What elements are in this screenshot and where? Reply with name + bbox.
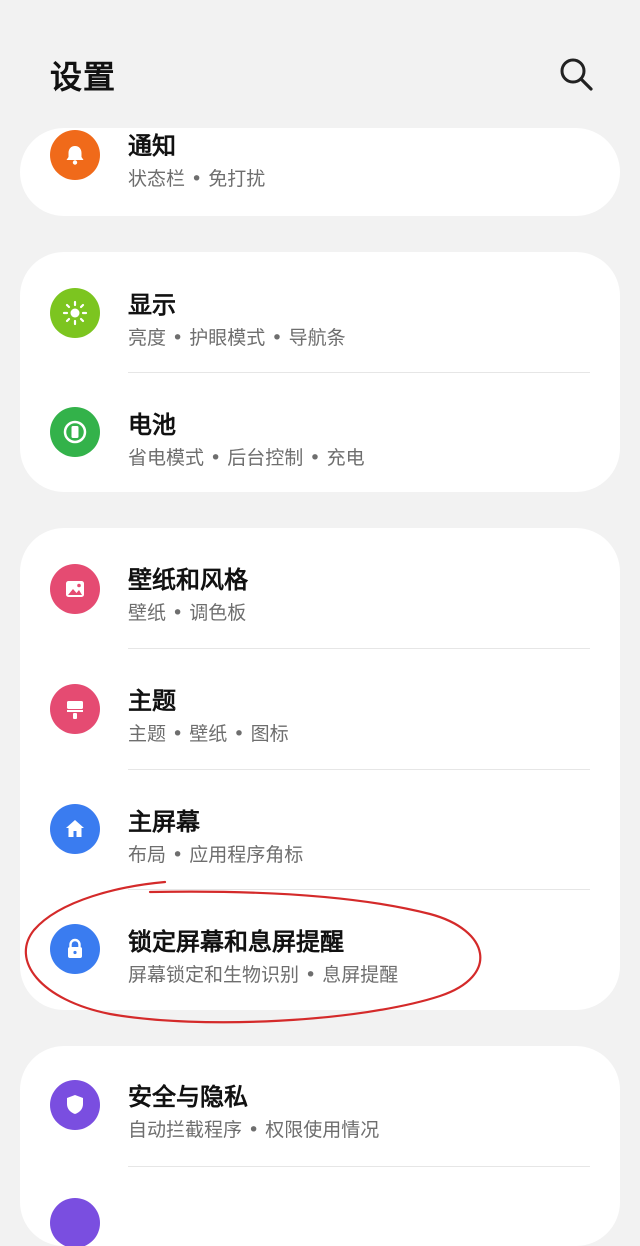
settings-item-security[interactable]: 安全与隐私 自动拦截程序 • 权限使用情况	[20, 1046, 620, 1166]
settings-item-next[interactable]	[20, 1166, 620, 1246]
settings-item-home[interactable]: 主屏幕 布局 • 应用程序角标	[20, 769, 620, 889]
settings-item-display[interactable]: 显示 亮度 • 护眼模式 • 导航条	[20, 252, 620, 372]
paint-roller-icon	[50, 684, 100, 734]
settings-item-lock-screen[interactable]: 锁定屏幕和息屏提醒 屏幕锁定和生物识别 • 息屏提醒	[20, 889, 620, 1009]
settings-item-themes[interactable]: 主题 主题 • 壁纸 • 图标	[20, 648, 620, 768]
item-title: 电池	[128, 411, 176, 439]
card-display-battery: 显示 亮度 • 护眼模式 • 导航条 电池 省电模式 • 后台控制 • 充电	[20, 252, 620, 492]
settings-item-notifications[interactable]: 通知 状态栏 • 免打扰	[20, 128, 620, 216]
header: 设置	[0, 0, 640, 130]
settings-item-icon	[50, 1198, 100, 1246]
item-title: 显示	[128, 291, 176, 319]
settings-item-battery[interactable]: 电池 省电模式 • 后台控制 • 充电	[20, 372, 620, 492]
item-subtitle: 主题 • 壁纸 • 图标	[128, 723, 289, 745]
item-subtitle: 自动拦截程序 • 权限使用情况	[128, 1119, 380, 1141]
settings-item-wallpaper[interactable]: 壁纸和风格 壁纸 • 调色板	[20, 528, 620, 648]
item-title: 壁纸和风格	[128, 566, 248, 594]
battery-icon	[50, 407, 100, 457]
item-subtitle: 壁纸 • 调色板	[128, 602, 247, 624]
item-title: 主题	[128, 687, 176, 715]
card-security: 安全与隐私 自动拦截程序 • 权限使用情况	[20, 1046, 620, 1246]
item-subtitle: 省电模式 • 后台控制 • 充电	[128, 447, 365, 469]
item-subtitle: 亮度 • 护眼模式 • 导航条	[128, 327, 346, 349]
lock-icon	[50, 924, 100, 974]
page-title: 设置	[50, 58, 117, 96]
item-subtitle: 布局 • 应用程序角标	[128, 844, 304, 866]
item-subtitle: 屏幕锁定和生物识别 • 息屏提醒	[128, 964, 399, 986]
sun-icon	[50, 288, 100, 338]
card-personalization: 壁纸和风格 壁纸 • 调色板 主题 主题 • 壁纸 • 图标 主屏幕 布局 • …	[20, 528, 620, 1010]
search-icon[interactable]	[556, 54, 596, 94]
item-title: 通知	[128, 132, 176, 160]
item-title: 锁定屏幕和息屏提醒	[128, 928, 344, 956]
home-icon	[50, 804, 100, 854]
item-subtitle: 状态栏 • 免打扰	[128, 168, 266, 190]
item-title: 主屏幕	[128, 808, 200, 836]
image-icon	[50, 564, 100, 614]
bell-icon	[50, 130, 100, 180]
shield-icon	[50, 1080, 100, 1130]
item-title: 安全与隐私	[128, 1083, 248, 1111]
card-notifications: 通知 状态栏 • 免打扰	[20, 128, 620, 216]
